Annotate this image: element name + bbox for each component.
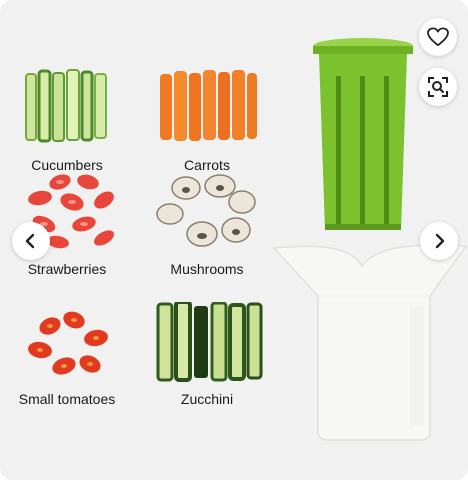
vegetable-label: Zucchini xyxy=(180,391,234,407)
chevron-left-icon xyxy=(25,233,35,249)
vegetable-cucumbers: Cucumbers xyxy=(0,68,142,173)
vegetable-label: Cucumbers xyxy=(31,157,103,173)
heart-icon xyxy=(427,27,449,47)
vegetable-label: Small tomatoes xyxy=(18,391,116,407)
image-search-icon xyxy=(428,77,448,97)
product-image-gallery: Cucumbers Carrots Strawberries Mushrooms… xyxy=(0,0,468,480)
vegetable-label: Strawberries xyxy=(27,261,107,277)
vegetable-mushrooms: Mushrooms xyxy=(132,172,282,277)
tomato-slices-image xyxy=(28,311,108,375)
white-container xyxy=(272,244,468,441)
vegetable-small-tomatoes: Small tomatoes xyxy=(0,302,142,407)
vegetable-label: Carrots xyxy=(184,157,230,173)
vegetable-carrots: Carrots xyxy=(132,68,282,173)
chevron-right-icon xyxy=(435,233,445,249)
next-image-button[interactable] xyxy=(420,222,458,260)
favorite-button[interactable] xyxy=(419,18,457,56)
mushroom-slices-image xyxy=(156,174,256,247)
previous-image-button[interactable] xyxy=(12,222,50,260)
carrot-sticks-image xyxy=(160,70,257,141)
vegetable-label: Mushrooms xyxy=(170,261,244,277)
visual-search-button[interactable] xyxy=(419,68,457,106)
vegetable-zucchini: Zucchini xyxy=(132,300,282,407)
green-cutter-insert xyxy=(313,38,413,230)
zucchini-sticks-image xyxy=(156,300,263,382)
cucumber-sticks-image xyxy=(25,69,107,143)
